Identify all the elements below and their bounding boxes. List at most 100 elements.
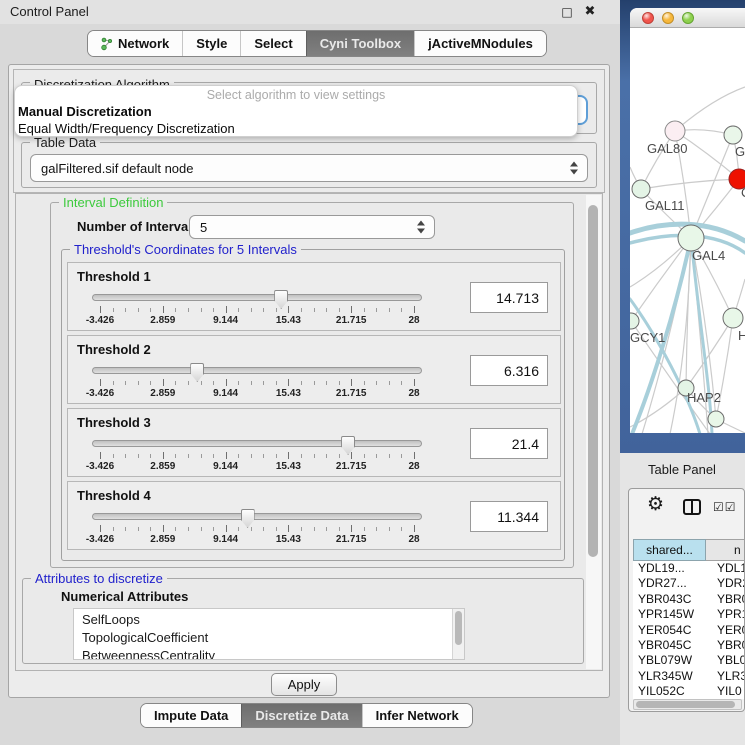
threshold-slider: -3.4262.8599.14415.4321.71528 bbox=[92, 508, 422, 548]
float-window-icon[interactable]: □ bbox=[558, 3, 576, 21]
table-rows: YDL19...YDL1YDR27...YDR2YBR043CYBR0YPR14… bbox=[633, 561, 745, 699]
list-scrollbar[interactable] bbox=[452, 609, 464, 659]
table-row[interactable]: YIL052CYIL0 bbox=[633, 684, 745, 699]
attributes-list[interactable]: SelfLoopsTopologicalCoefficientBetweenne… bbox=[73, 608, 465, 660]
slider-tick-label: 28 bbox=[408, 534, 419, 545]
minimize-window-button[interactable] bbox=[662, 12, 674, 24]
tick-mark bbox=[113, 308, 114, 312]
table-row[interactable]: YER054CYER0 bbox=[633, 623, 745, 638]
attribute-item-betweennesscentrality[interactable]: BetweennessCentrality bbox=[74, 647, 464, 660]
threshold-label: Threshold 3 bbox=[77, 415, 151, 430]
network-view-window: GAL80GACGAL11GAL4GCY1HHAP2 bbox=[620, 0, 745, 453]
combo-stepper-icon[interactable] bbox=[417, 221, 426, 234]
tick-mark bbox=[251, 308, 252, 312]
vertical-scrollbar[interactable] bbox=[586, 195, 601, 669]
network-canvas[interactable]: GAL80GACGAL11GAL4GCY1HHAP2 bbox=[630, 29, 745, 433]
slider-tick-label: 28 bbox=[408, 315, 419, 326]
tab-jactivemnodules[interactable]: jActiveMNodules bbox=[414, 31, 546, 56]
scrollbar-thumb[interactable] bbox=[588, 205, 598, 557]
threshold-value-input[interactable] bbox=[470, 428, 548, 459]
close-window-button[interactable] bbox=[642, 12, 654, 24]
tab-impute-data[interactable]: Impute Data bbox=[141, 704, 241, 727]
tick-mark bbox=[226, 452, 227, 459]
tab-infer-network[interactable]: Infer Network bbox=[362, 704, 472, 727]
apply-button[interactable]: Apply bbox=[271, 673, 337, 696]
scrollbar-thumb[interactable] bbox=[455, 611, 462, 645]
tick-mark bbox=[163, 379, 164, 386]
tick-mark bbox=[213, 308, 214, 312]
table-row[interactable]: YLR345WYLR3 bbox=[633, 669, 745, 684]
table-row[interactable]: YDL19...YDL1 bbox=[633, 561, 745, 576]
network-node-gal11[interactable] bbox=[632, 180, 650, 198]
slider-tick-label: 21.715 bbox=[336, 388, 367, 399]
column-header-name[interactable]: n bbox=[706, 539, 745, 561]
network-window-titlebar[interactable] bbox=[630, 8, 745, 28]
table-data-combo[interactable]: galFiltered.sif default node bbox=[30, 154, 588, 182]
tab-cyni-toolbox[interactable]: Cyni Toolbox bbox=[306, 31, 414, 56]
zoom-window-button[interactable] bbox=[682, 12, 694, 24]
network-node-ga[interactable] bbox=[724, 126, 742, 144]
group-title: Threshold's Coordinates for 5 Intervals bbox=[70, 242, 301, 257]
tab-style[interactable]: Style bbox=[182, 31, 240, 56]
table-header-row: shared... n bbox=[633, 539, 745, 561]
slider-track[interactable] bbox=[92, 440, 422, 447]
column-checkboxes-icon[interactable]: ☑☑ bbox=[713, 500, 737, 514]
split-columns-icon[interactable] bbox=[683, 499, 701, 515]
tab-label: jActiveMNodules bbox=[428, 36, 533, 51]
close-icon[interactable]: ✖ bbox=[581, 3, 599, 21]
network-node-unlabeled[interactable] bbox=[708, 411, 724, 427]
network-node-label: GAL4 bbox=[692, 248, 725, 263]
table-cell-name: YDL1 bbox=[706, 561, 745, 576]
table-row[interactable]: YBL079WYBL0 bbox=[633, 653, 745, 668]
table-row[interactable]: YBR043CYBR0 bbox=[633, 592, 745, 607]
slider-tick-label: 28 bbox=[408, 388, 419, 399]
tick-mark bbox=[339, 454, 340, 458]
tick-mark bbox=[401, 381, 402, 385]
node-table: ⚙ ☑☑ shared... n YDL19...YDL1YDR27...YDR… bbox=[628, 488, 745, 712]
network-node-label: GAL80 bbox=[647, 141, 687, 156]
slider-tick-label: 15.43 bbox=[276, 388, 301, 399]
network-node-gcy1[interactable] bbox=[630, 313, 639, 329]
settings-gear-icon[interactable]: ⚙ bbox=[647, 495, 664, 514]
slider-track[interactable] bbox=[92, 367, 422, 374]
threshold-value-input[interactable] bbox=[470, 501, 548, 532]
slider-tick-label: 2.859 bbox=[150, 388, 175, 399]
threshold-panel: Threshold 1 -3.4262.8599.14415.4321.7152… bbox=[67, 262, 561, 331]
slider-track[interactable] bbox=[92, 513, 422, 520]
combo-stepper-icon[interactable] bbox=[570, 162, 579, 175]
attribute-item-selfloops[interactable]: SelfLoops bbox=[74, 611, 464, 629]
column-header-shared-name[interactable]: shared... bbox=[633, 539, 706, 561]
horizontal-scrollbar[interactable] bbox=[633, 699, 742, 710]
table-cell-shared-name: YPR145W bbox=[633, 607, 706, 622]
tick-mark bbox=[125, 308, 126, 312]
dropdown-option-equal-width-frequency[interactable]: Equal Width/Frequency Discretization bbox=[15, 121, 577, 138]
tick-mark bbox=[414, 306, 415, 313]
table-row[interactable]: YDR27...YDR2 bbox=[633, 576, 745, 591]
slider-track[interactable] bbox=[92, 294, 422, 301]
tick-mark bbox=[364, 381, 365, 385]
threshold-value-input[interactable] bbox=[470, 282, 548, 313]
number-of-intervals-combo[interactable]: 5 bbox=[189, 215, 435, 239]
table-row[interactable]: YPR145WYPR1 bbox=[633, 607, 745, 622]
tick-mark bbox=[376, 308, 377, 312]
network-node-h[interactable] bbox=[723, 308, 743, 328]
tick-mark bbox=[188, 381, 189, 385]
bottom-tab-bar: Impute DataDiscretize DataInfer Network bbox=[140, 703, 473, 728]
attribute-item-topologicalcoefficient[interactable]: TopologicalCoefficient bbox=[74, 629, 464, 647]
tick-mark bbox=[201, 527, 202, 531]
control-panel-titlebar: Control Panel □ ✖ bbox=[0, 0, 620, 24]
tab-network[interactable]: Network bbox=[88, 31, 182, 56]
threshold-value-input[interactable] bbox=[470, 355, 548, 386]
tab-discretize-data[interactable]: Discretize Data bbox=[241, 704, 361, 727]
network-edge bbox=[675, 87, 745, 131]
tick-mark bbox=[376, 454, 377, 458]
network-node-gal80[interactable] bbox=[665, 121, 685, 141]
tick-mark bbox=[401, 527, 402, 531]
dropdown-option-manual-discretization[interactable]: Manual Discretization bbox=[15, 104, 577, 121]
tab-select[interactable]: Select bbox=[240, 31, 305, 56]
table-row[interactable]: YBR045CYBR0 bbox=[633, 638, 745, 653]
settings-scroll-pane: Interval Definition Number of Intervals … bbox=[15, 193, 603, 671]
tick-mark bbox=[175, 381, 176, 385]
tick-mark bbox=[389, 454, 390, 458]
scrollbar-thumb[interactable] bbox=[636, 701, 735, 708]
